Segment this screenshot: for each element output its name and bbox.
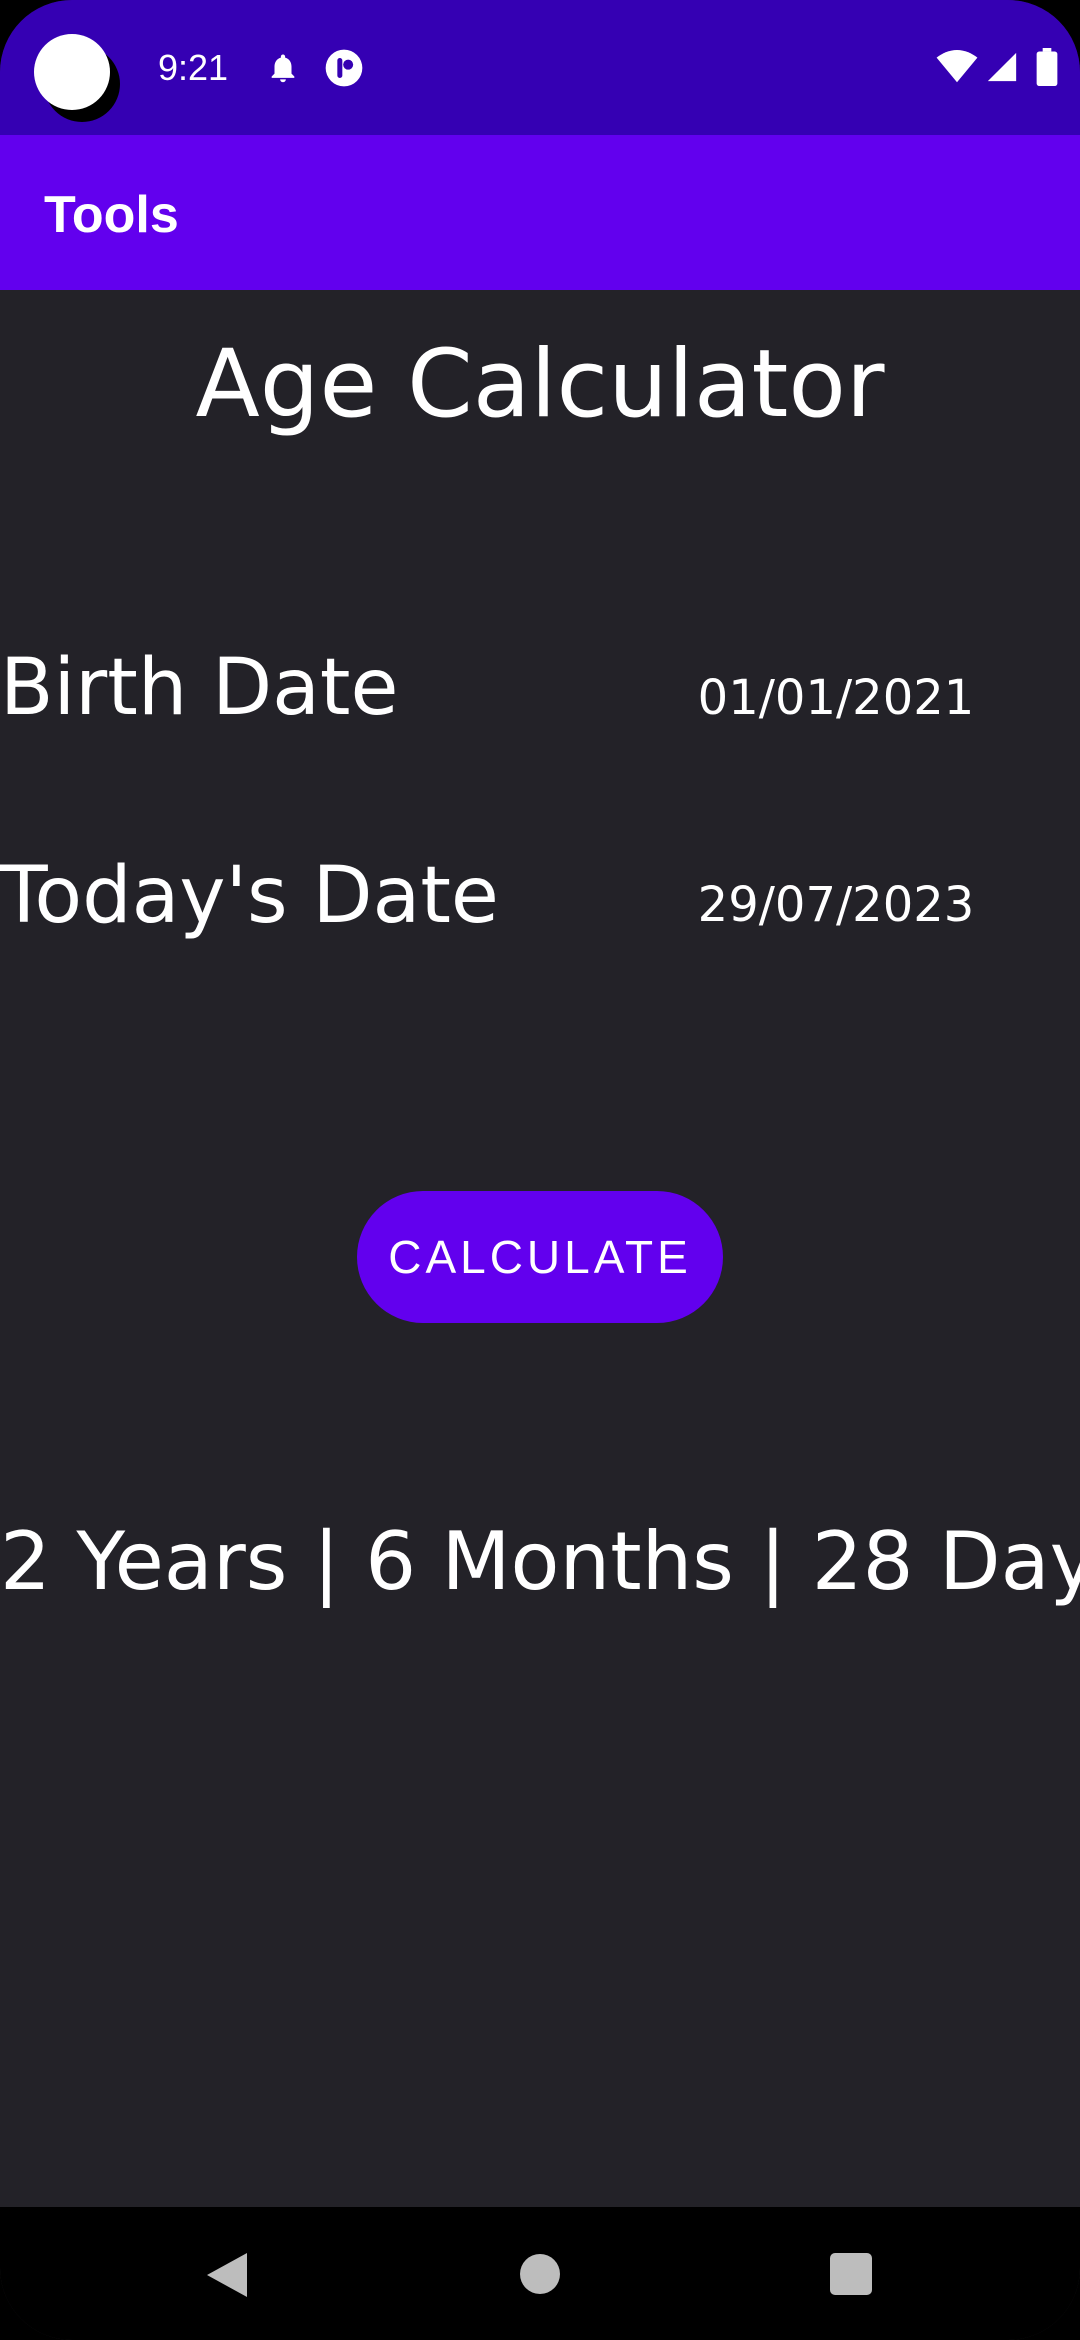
- wifi-icon: [936, 50, 978, 83]
- signal-icon: [987, 52, 1017, 82]
- recents-icon[interactable]: [830, 2253, 872, 2295]
- birth-date-picker[interactable]: 01/01/2021: [676, 663, 996, 733]
- birth-date-label: Birth Date: [0, 643, 399, 733]
- age-result: 2 Years | 6 Months | 28 Days: [0, 1515, 1080, 1608]
- status-time: 9:21: [158, 47, 229, 88]
- calculate-button[interactable]: CALCULATE: [357, 1191, 723, 1323]
- battery-icon: [1036, 48, 1058, 86]
- page-title: Age Calculator: [195, 330, 885, 439]
- back-icon[interactable]: [206, 2253, 248, 2297]
- phone-screen: 9:21 Tools Age Calculator Birth Date 01/…: [0, 0, 1080, 2340]
- home-icon[interactable]: [520, 2254, 560, 2294]
- bell-icon: [271, 54, 295, 83]
- app-title: Tools: [44, 186, 179, 244]
- today-date-label: Today's Date: [0, 851, 499, 941]
- today-date-picker[interactable]: 29/07/2023: [676, 870, 996, 940]
- camera-cutout: [34, 34, 110, 110]
- app-notification-icon: [325, 49, 363, 87]
